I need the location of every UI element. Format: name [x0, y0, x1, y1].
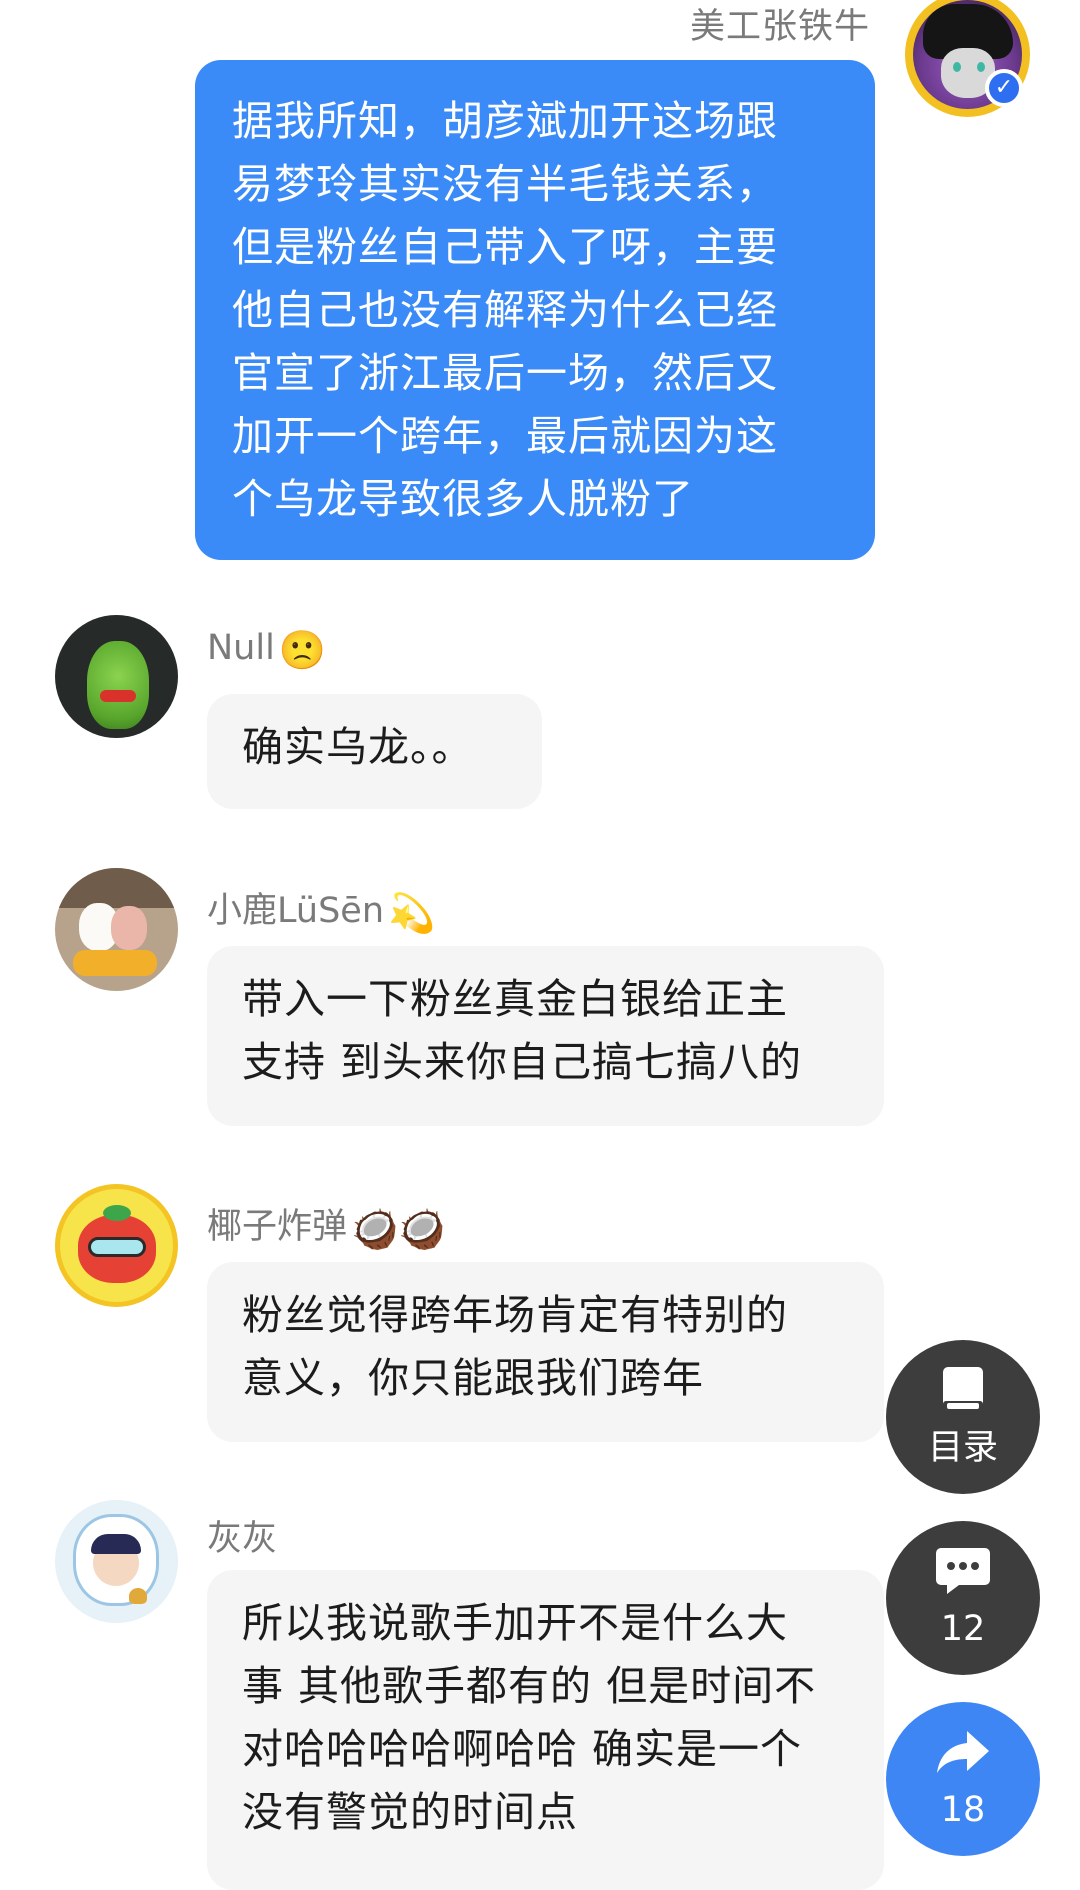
sender-name: Null 🙁	[207, 628, 326, 673]
sender-name: 小鹿LüSēn 💫	[207, 882, 435, 936]
message-bubble[interactable]: 粉丝觉得跨年场肯定有特别的 意义，你只能跟我们跨年	[207, 1262, 884, 1442]
message-line: 确实乌龙。。	[242, 723, 474, 771]
share-count: 18	[940, 1790, 986, 1830]
share-button[interactable]: 18	[886, 1702, 1040, 1856]
message-line: 但是粉丝自己带入了呀，主要	[232, 223, 778, 271]
message-line: 官宣了浙江最后一场，然后又	[232, 349, 778, 397]
sad-face-emoji-icon: 🙁	[278, 628, 327, 672]
toc-label: 目录	[927, 1428, 998, 1468]
message-line: 没有警觉的时间点	[242, 1788, 578, 1836]
message-line: 带入一下粉丝真金白银给正主	[242, 975, 788, 1023]
message-line: 加开一个跨年，最后就因为这	[232, 412, 778, 460]
sender-name-text: Null	[207, 628, 275, 668]
book-icon	[886, 1362, 1040, 1418]
message-line: 易梦玲其实没有半毛钱关系，	[232, 160, 778, 208]
avatar-yezi[interactable]	[55, 1184, 178, 1307]
sender-name: 椰子炸弹 🥥🥥	[207, 1198, 446, 1252]
message-line: 粉丝觉得跨年场肯定有特别的	[242, 1291, 788, 1339]
sender-name-text: 椰子炸弹	[207, 1207, 348, 1247]
comments-button[interactable]: 12	[886, 1521, 1040, 1675]
avatar-huihui[interactable]	[55, 1500, 178, 1623]
toc-button[interactable]: 目录	[886, 1340, 1040, 1494]
message-line: 所以我说歌手加开不是什么大	[242, 1599, 788, 1647]
message-bubble[interactable]: 带入一下粉丝真金白银给正主 支持 到头来你自己搞七搞八的	[207, 946, 884, 1126]
outgoing-message-bubble[interactable]: 据我所知，胡彦斌加开这场跟 易梦玲其实没有半毛钱关系， 但是粉丝自己带入了呀，主…	[195, 60, 875, 560]
comment-icon	[886, 1543, 1040, 1599]
avatar-xiaolu[interactable]	[55, 868, 178, 991]
outgoing-sender-name: 美工张铁牛	[689, 7, 870, 47]
message-bubble[interactable]: 所以我说歌手加开不是什么大 事 其他歌手都有的 但是时间不 对哈哈哈哈啊哈哈 确…	[207, 1570, 884, 1890]
sender-name: 灰灰	[207, 1510, 277, 1561]
dizzy-star-emoji-icon: 💫	[388, 891, 436, 935]
message-line: 个乌龙导致很多人脱粉了	[232, 475, 694, 523]
message-line: 他自己也没有解释为什么已经	[232, 286, 778, 334]
message-bubble[interactable]: 确实乌龙。。	[207, 694, 542, 809]
comments-count: 12	[940, 1609, 986, 1649]
avatar-null[interactable]	[55, 615, 178, 738]
message-line: 意义，你只能跟我们跨年	[242, 1354, 704, 1402]
share-arrow-icon	[886, 1724, 1040, 1780]
message-line: 对哈哈哈哈啊哈哈 确实是一个	[242, 1725, 803, 1773]
message-line: 据我所知，胡彦斌加开这场跟	[232, 97, 778, 145]
verified-check-icon: ✓	[985, 69, 1023, 107]
message-line: 事 其他歌手都有的 但是时间不	[242, 1662, 817, 1710]
coconut-emoji-icon: 🥥🥥	[351, 1207, 446, 1251]
message-line: 支持 到头来你自己搞七搞八的	[242, 1038, 803, 1086]
sender-name-text: 小鹿LüSēn	[207, 891, 384, 931]
sender-name-text: 灰灰	[207, 1519, 278, 1559]
